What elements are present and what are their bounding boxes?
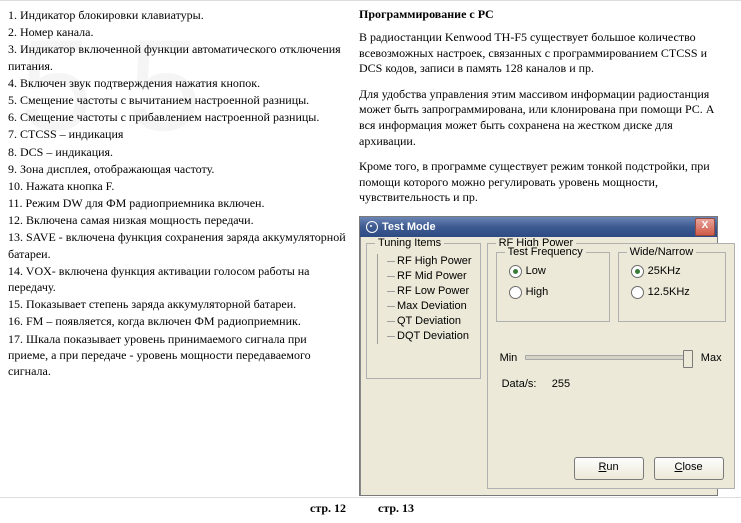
tree-node[interactable]: Max Deviation <box>397 300 467 312</box>
dialog-title: Test Mode <box>382 221 436 233</box>
radio-25khz[interactable]: 25KHz <box>631 265 717 278</box>
tuning-tree[interactable]: RF High Power RF Mid Power RF Low Power … <box>375 254 472 344</box>
close-icon[interactable]: X <box>695 218 715 236</box>
power-slider[interactable] <box>525 355 692 360</box>
list-item: 17. Шкала показывает уровень принимаемог… <box>8 331 347 380</box>
list-item: 16. FM – появляется, когда включен ФМ ра… <box>8 313 347 329</box>
list-item: 2. Номер канала. <box>8 24 347 40</box>
list-item: 7. CTCSS – индикация <box>8 126 347 142</box>
list-item: 12. Включена самая низкая мощность перед… <box>8 212 347 228</box>
list-item: 6. Смещение частоты с прибавлением настр… <box>8 109 347 125</box>
tuning-items-group: Tuning Items RF High Power RF Mid Power … <box>366 243 481 379</box>
tree-node[interactable]: RF High Power <box>397 255 472 267</box>
tree-node[interactable]: RF Mid Power <box>397 270 467 282</box>
slider-thumb[interactable] <box>683 350 693 368</box>
radio-icon[interactable] <box>509 265 522 278</box>
data-value: 255 <box>552 378 570 390</box>
radio-label: High <box>526 286 549 298</box>
list-item: 5. Смещение частоты с вычитанием настрое… <box>8 92 347 108</box>
test-frequency-group: Test Frequency Low High <box>496 252 610 322</box>
radio-icon[interactable] <box>509 286 522 299</box>
radio-icon[interactable] <box>631 265 644 278</box>
close-button[interactable]: Close <box>654 457 724 480</box>
app-icon <box>366 221 378 233</box>
page-number-right: стр. 13 <box>378 501 414 516</box>
run-button[interactable]: Run <box>574 457 644 480</box>
paragraph: Для удобства управления этим массивом ин… <box>359 87 729 149</box>
list-item: 10. Нажата кнопка F. <box>8 178 347 194</box>
tree-node[interactable]: QT Deviation <box>397 315 461 327</box>
list-item: 14. VOX- включена функция активации голо… <box>8 263 347 295</box>
radio-icon[interactable] <box>631 286 644 299</box>
paragraph: В радиостанции Kenwood TH-F5 существует … <box>359 30 729 77</box>
radio-12-5khz[interactable]: 12.5KHz <box>631 286 717 299</box>
list-item: 11. Режим DW для ФМ радиоприемника включ… <box>8 195 347 211</box>
group-legend: Wide/Narrow <box>627 246 697 258</box>
group-legend: Test Frequency <box>505 246 586 258</box>
tree-node[interactable]: DQT Deviation <box>397 330 469 342</box>
paragraph: Кроме того, в программе существует режим… <box>359 159 729 206</box>
group-legend: Tuning Items <box>375 237 444 249</box>
radio-label: 25KHz <box>648 265 681 277</box>
dialog-titlebar[interactable]: Test Mode X <box>360 217 717 237</box>
section-heading: Программирование с PC <box>359 7 729 22</box>
data-label: Data/s: <box>502 378 537 390</box>
rf-high-power-group: RF High Power Test Frequency Low High <box>487 243 735 489</box>
radio-high[interactable]: High <box>509 286 601 299</box>
radio-label: Low <box>526 265 546 277</box>
list-item: 3. Индикатор включенной функции автомати… <box>8 41 347 73</box>
radio-label: 12.5KHz <box>648 286 690 298</box>
wide-narrow-group: Wide/Narrow 25KHz 12.5KHz <box>618 252 726 322</box>
list-item: 8. DCS – индикация. <box>8 144 347 160</box>
list-item: 13. SAVE - включена функция сохранения з… <box>8 229 347 261</box>
list-item: 1. Индикатор блокировки клавиатуры. <box>8 7 347 23</box>
indicator-list: 1. Индикатор блокировки клавиатуры. 2. Н… <box>8 7 347 379</box>
test-mode-dialog: Test Mode X Tuning Items RF High Power R… <box>359 216 718 496</box>
radio-low[interactable]: Low <box>509 265 601 278</box>
slider-max-label: Max <box>701 352 722 364</box>
list-item: 4. Включен звук подтверждения нажатия кн… <box>8 75 347 91</box>
list-item: 15. Показывает степень заряда аккумулято… <box>8 296 347 312</box>
tree-node[interactable]: RF Low Power <box>397 285 469 297</box>
list-item: 9. Зона дисплея, отображающая частоту. <box>8 161 347 177</box>
slider-min-label: Min <box>500 352 518 364</box>
page-number-left: стр. 12 <box>310 501 346 516</box>
